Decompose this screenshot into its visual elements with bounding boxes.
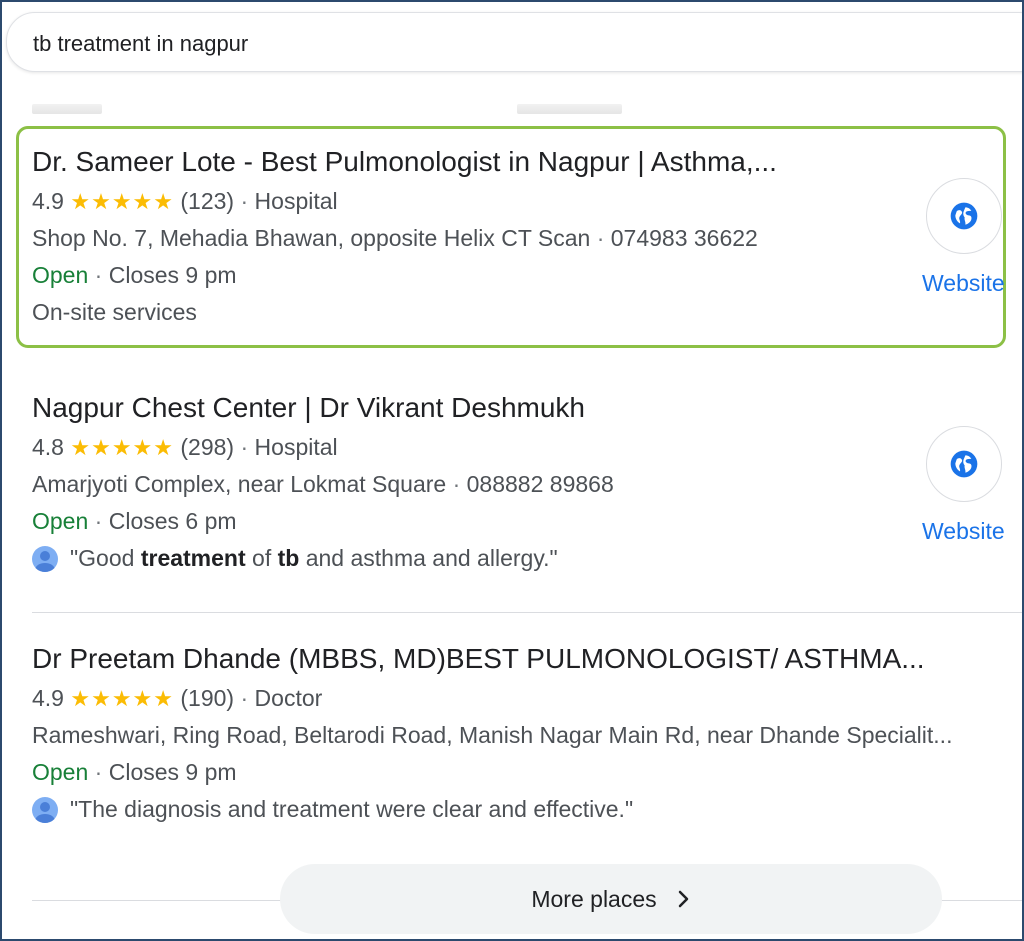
hours-row: Open · Closes 9 pm [32,262,992,289]
chevron-right-icon [678,890,688,908]
review-text: "Good treatment of tb and asthma and all… [70,545,558,571]
separator: · [452,471,461,497]
service-options: On-site services [32,299,197,325]
more-places-button[interactable]: More places [280,864,942,934]
separator: · [94,508,103,534]
previous-result-fragment [2,94,1022,118]
listing-title[interactable]: Nagpur Chest Center | Dr Vikrant Deshmuk… [32,392,992,424]
category: Doctor [254,685,323,711]
listing-title[interactable]: Dr Preetam Dhande (MBBS, MD)BEST PULMONO… [32,643,1022,675]
divider [32,612,1022,613]
review-text: "The diagnosis and treatment were clear … [70,796,634,822]
separator: · [240,434,249,460]
website-button[interactable] [926,426,1002,502]
globe-icon [950,450,978,478]
star-rating-icon: ★★★★★ [70,435,174,460]
open-status: Open [32,508,89,534]
rating-value: 4.9 [32,685,64,711]
phone-number[interactable]: 088882 89868 [467,471,614,497]
separator: · [94,759,103,785]
address: Amarjyoti Complex, near Lokmat Square [32,471,447,497]
review-snippet: "Good treatment of tb and asthma and all… [32,545,992,572]
separator: · [240,188,249,214]
more-places-label: More places [531,885,657,912]
closing-time: Closes 9 pm [108,262,237,288]
listing-title[interactable]: Dr. Sameer Lote - Best Pulmonologist in … [32,146,902,178]
listing-card[interactable]: Dr Preetam Dhande (MBBS, MD)BEST PULMONO… [32,643,1022,823]
address-row: Shop No. 7, Mehadia Bhawan, opposite Hel… [32,225,992,252]
review-snippet: "The diagnosis and treatment were clear … [32,796,1022,823]
search-input[interactable]: tb treatment in nagpur [33,31,248,57]
address-row: Amarjyoti Complex, near Lokmat Square · … [32,471,992,498]
review-count[interactable]: (298) [180,434,234,460]
address: Rameshwari, Ring Road, Beltarodi Road, M… [32,722,953,748]
listing-card[interactable]: Nagpur Chest Center | Dr Vikrant Deshmuk… [32,392,992,572]
reviewer-avatar-icon [32,796,58,823]
reviewer-avatar-icon [32,545,58,572]
rating-row: 4.9 ★★★★★ (123) · Hospital [32,188,992,215]
separator: · [94,262,103,288]
closing-time: Closes 9 pm [108,759,237,785]
results-frame: tb treatment in nagpur Dr. Sameer Lote -… [0,0,1024,941]
closing-time: Closes 6 pm [108,508,237,534]
category: Hospital [254,434,338,460]
review-count[interactable]: (123) [180,188,234,214]
star-rating-icon: ★★★★★ [70,686,174,711]
rating-row: 4.8 ★★★★★ (298) · Hospital [32,434,992,461]
website-link[interactable]: Website [922,270,1005,297]
rating-value: 4.8 [32,434,64,460]
hours-row: Open · Closes 9 pm [32,759,1022,786]
review-count[interactable]: (190) [180,685,234,711]
category: Hospital [254,188,338,214]
hours-row: Open · Closes 6 pm [32,508,992,535]
address: Shop No. 7, Mehadia Bhawan, opposite Hel… [32,225,591,251]
separator: · [596,225,605,251]
listing-card[interactable]: Dr. Sameer Lote - Best Pulmonologist in … [32,146,992,326]
rating-value: 4.9 [32,188,64,214]
rating-row: 4.9 ★★★★★ (190) · Doctor [32,685,1022,712]
address-row: Rameshwari, Ring Road, Beltarodi Road, M… [32,722,1022,749]
separator: · [240,685,249,711]
website-link[interactable]: Website [922,518,1005,545]
globe-icon [950,202,978,230]
website-button[interactable] [926,178,1002,254]
open-status: Open [32,759,89,785]
search-bar[interactable]: tb treatment in nagpur [6,12,1022,72]
phone-number[interactable]: 074983 36622 [611,225,758,251]
star-rating-icon: ★★★★★ [70,189,174,214]
open-status: Open [32,262,89,288]
